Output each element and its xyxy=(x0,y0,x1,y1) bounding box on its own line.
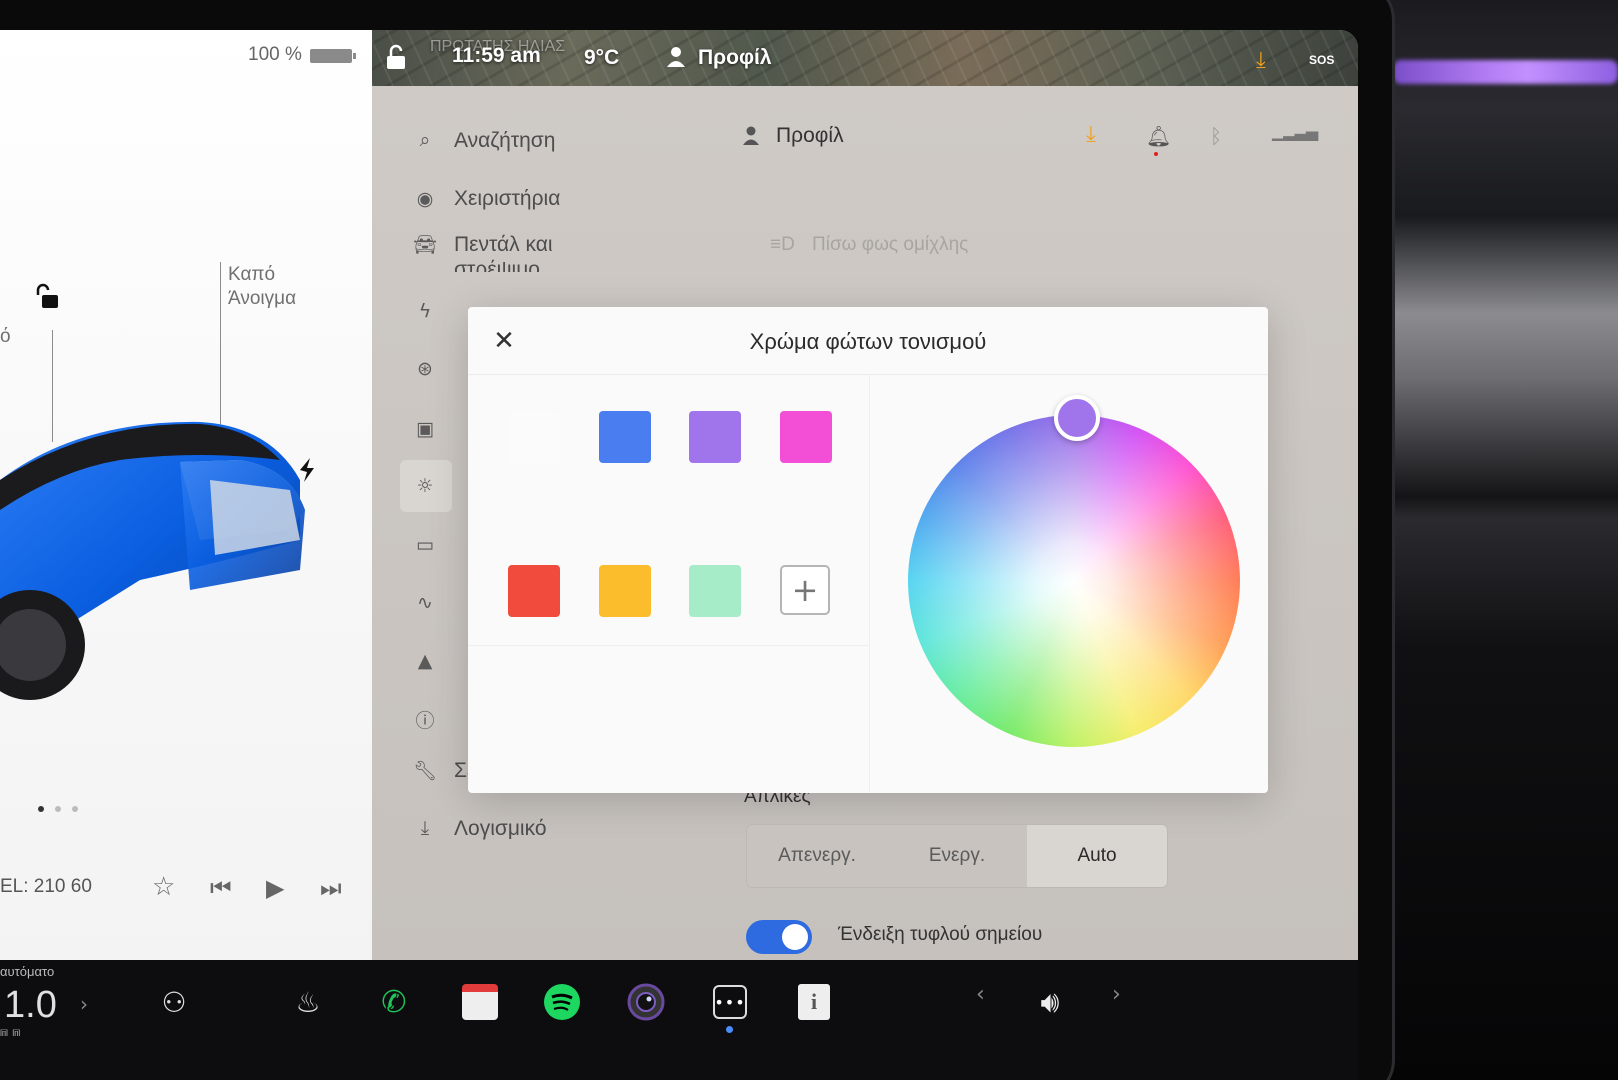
swatch-mint[interactable] xyxy=(689,565,741,617)
touchscreen: 100 % Καπό Άνοιγμα ό EL: 210 60 ☆ ⏮ ▶ ⏭ … xyxy=(0,30,1358,960)
previous-track-icon[interactable]: ⏮ xyxy=(210,874,232,902)
swatch-blue[interactable] xyxy=(599,411,651,463)
notifications-bell-icon[interactable]: 🔔︎ xyxy=(1146,124,1171,148)
page-dot-active[interactable] xyxy=(38,806,44,812)
volume-icon[interactable]: 🔊︎ xyxy=(1028,980,1072,1024)
download-status-icon[interactable]: ⤓ xyxy=(1256,48,1266,73)
climate-auto-label: αυτόματο xyxy=(0,964,55,979)
wrench-icon: 🔧︎ xyxy=(412,761,438,782)
sidebar-item-pedals[interactable]: 🚘︎ Πεντάλ και xyxy=(412,232,553,258)
car-status-panel: 100 % Καπό Άνοιγμα ό EL: 210 60 ☆ ⏮ ▶ ⏭ xyxy=(0,30,376,960)
lock-icon[interactable]: ▣ xyxy=(412,416,438,442)
sidebar-item-software[interactable]: ⤓ Λογισμικό xyxy=(412,816,547,842)
charging-icon[interactable]: ϟ xyxy=(412,298,438,324)
sidebar-item-label: Χειριστήρια xyxy=(454,187,561,210)
favorite-star-icon[interactable]: ☆ xyxy=(152,872,175,902)
preset-swatch-area: + xyxy=(468,375,870,793)
tiles-segmented-control: Απενεργ. Ενεργ. Auto xyxy=(746,824,1168,888)
battery-percent: 100 % xyxy=(248,44,302,65)
hood-open-button[interactable]: Άνοιγμα xyxy=(228,288,296,310)
toggle-icon: ◉ xyxy=(416,188,434,210)
bluetooth-icon[interactable]: ᛒ xyxy=(1210,124,1222,148)
sidebar-item-controls[interactable]: ◉ Χειριστήρια xyxy=(412,186,561,212)
accent-light-color-dialog: ✕ Χρώμα φώτων τονισμού + xyxy=(468,307,1268,793)
car-image xyxy=(0,421,314,700)
tiles-option-on[interactable]: Ενεργ. xyxy=(887,825,1027,887)
clock: 11:59 am xyxy=(452,44,541,67)
active-app-indicator xyxy=(726,1026,733,1033)
search-input[interactable]: ⌕ Αναζήτηση xyxy=(412,128,556,154)
dialog-header: ✕ Χρώμα φώτων τονισμού xyxy=(468,307,1268,375)
sidebar-item-label: Λογισμικό xyxy=(454,817,547,840)
display-icon[interactable]: ▭ xyxy=(412,532,438,558)
hood-label[interactable]: Καπό xyxy=(228,264,275,286)
bottom-dock xyxy=(0,960,1358,1080)
calendar-icon[interactable] xyxy=(458,980,502,1024)
swatch-yellow[interactable] xyxy=(599,565,651,617)
trips-icon[interactable]: ∿ xyxy=(412,590,438,616)
volume-down-chevron-icon[interactable]: ‹ xyxy=(976,982,985,1007)
header-download-icon[interactable]: ⤓ xyxy=(1086,122,1096,147)
swatch-pink[interactable] xyxy=(780,411,832,463)
add-color-button[interactable]: + xyxy=(780,565,830,615)
blindspot-toggle[interactable] xyxy=(746,920,812,954)
header-profile-icon[interactable] xyxy=(742,126,760,146)
ambient-light-strip xyxy=(1393,60,1618,84)
dialog-title: Χρώμα φώτων τονισμού xyxy=(749,329,987,354)
swatch-white[interactable] xyxy=(508,411,560,463)
manual-icon[interactable]: i xyxy=(792,980,836,1024)
seat-heater-icon[interactable]: ⚇ xyxy=(152,980,196,1024)
sidebar-item-label: Πεντάλ και xyxy=(454,233,553,256)
lte-signal-icon: ▁▂▃▄ xyxy=(1272,122,1318,141)
unlock-icon[interactable] xyxy=(34,282,64,312)
phone-icon[interactable]: ✆ xyxy=(372,980,416,1024)
navigation-icon[interactable]: ▲ xyxy=(412,648,438,674)
tiles-option-auto[interactable]: Auto xyxy=(1027,825,1167,887)
page-dot[interactable] xyxy=(72,806,78,812)
car-interior-background xyxy=(1380,0,1618,1080)
blindspot-label: Ένδειξη τυφλού σημείου xyxy=(838,924,1043,945)
lights-icon[interactable]: ☼ xyxy=(412,473,438,499)
search-icon: ⌕ xyxy=(419,130,431,151)
battery-tip-icon xyxy=(353,53,356,59)
swatch-purple[interactable] xyxy=(689,411,741,463)
trunk-label-partial[interactable]: ό xyxy=(0,326,11,348)
camera-icon[interactable] xyxy=(624,980,668,1024)
lock-status-icon[interactable] xyxy=(384,44,408,72)
header-profile-name[interactable]: Προφίλ xyxy=(776,124,844,148)
sos-icon[interactable]: SOS xyxy=(1304,52,1339,68)
divider xyxy=(468,645,870,646)
rear-fog-light-label[interactable]: Πίσω φως ομίχλης xyxy=(812,234,968,256)
battery-icon xyxy=(310,49,352,63)
outside-temperature: 9°C xyxy=(584,46,620,69)
safety-icon[interactable]: ⓘ xyxy=(412,706,438,732)
play-icon[interactable]: ▶ xyxy=(266,874,284,902)
defrost-icon[interactable]: ⩎ ⩎ xyxy=(0,1024,20,1040)
car-icon: 🚘︎ xyxy=(412,235,438,256)
profile-icon[interactable] xyxy=(666,46,686,68)
status-profile-name[interactable]: Προφίλ xyxy=(698,46,772,70)
download-icon: ⤓ xyxy=(420,818,430,839)
notification-dot xyxy=(1154,152,1158,156)
cabin-temperature[interactable]: 1.0 xyxy=(4,984,57,1027)
spotify-icon[interactable] xyxy=(540,980,584,1024)
page-dot[interactable] xyxy=(55,806,61,812)
fog-light-icon: ≡D xyxy=(770,234,795,255)
more-apps-icon[interactable]: ••• xyxy=(708,980,752,1024)
temp-increase-chevron-icon[interactable]: › xyxy=(80,992,88,1016)
swatch-red[interactable] xyxy=(508,565,560,617)
color-wheel-saturation-overlay xyxy=(908,415,1240,747)
toggle-knob xyxy=(782,924,808,950)
steering-heater-icon[interactable]: ♨ xyxy=(286,980,330,1024)
volume-up-chevron-icon[interactable]: › xyxy=(1112,982,1121,1007)
search-placeholder: Αναζήτηση xyxy=(454,129,556,152)
steering-wheel-icon[interactable]: ⊛ xyxy=(412,356,438,382)
next-track-icon[interactable]: ⏭ xyxy=(320,874,342,902)
tiles-option-off[interactable]: Απενεργ. xyxy=(747,825,887,887)
display-stage: 100 % Καπό Άνοιγμα ό EL: 210 60 ☆ ⏮ ▶ ⏭ … xyxy=(0,0,1618,1080)
color-picker-handle[interactable] xyxy=(1054,395,1100,441)
sidebar-item-label-line2: στρέψιμο xyxy=(454,258,540,272)
radio-station: EL: 210 60 xyxy=(0,876,92,897)
